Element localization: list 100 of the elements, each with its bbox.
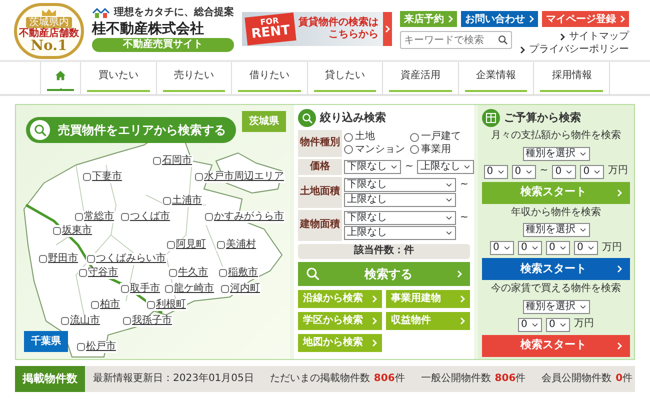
header-link[interactable]: サイトマップ (560, 31, 629, 44)
area-checkbox[interactable] (165, 285, 173, 293)
chevron-icon (617, 188, 622, 196)
dropdown[interactable]: 0 (512, 164, 536, 178)
radio-option[interactable]: 事業用 (410, 144, 474, 156)
area-checkbox[interactable] (61, 317, 69, 325)
dropdown[interactable]: 上限なし (344, 226, 456, 240)
area-checkbox[interactable] (91, 301, 99, 309)
nav-tab[interactable]: 買いたい (80, 62, 156, 94)
chevron-icon (520, 46, 525, 54)
radio-option[interactable]: 土地 (344, 131, 408, 144)
area-checkbox[interactable] (79, 269, 87, 277)
dropdown[interactable]: 0 (580, 164, 604, 178)
area-checkbox[interactable] (39, 255, 47, 263)
chevron-icon (384, 25, 390, 33)
radio-option[interactable]: マンション (344, 144, 408, 156)
dropdown[interactable]: 0 (552, 164, 576, 178)
nav-tab[interactable]: 資産活用 (382, 62, 458, 94)
logo-tagline: 理想をカタチに、総合提案 (114, 7, 234, 20)
calculator-icon (486, 113, 496, 123)
header-button[interactable]: マイページ登録 (542, 11, 629, 27)
dropdown[interactable]: 0 (518, 318, 542, 332)
area-checkbox[interactable] (121, 285, 129, 293)
area-checkbox[interactable] (121, 213, 129, 221)
section-label: 年収から物件を検索 (510, 206, 602, 219)
area-checkbox[interactable] (219, 269, 227, 277)
result-count: 該当件数：件 (298, 244, 470, 258)
area-checkbox[interactable] (163, 197, 171, 205)
search-field[interactable]: キーワードで検索 (400, 31, 512, 49)
dropdown[interactable]: 種別を選択 (522, 223, 590, 237)
area-checkbox[interactable] (195, 173, 203, 181)
chevron-icon (529, 15, 534, 23)
field-label: 土地面積 (298, 177, 342, 208)
search-icon (498, 35, 508, 45)
nav-tab[interactable]: 貸したい (306, 62, 382, 94)
search-icon (302, 112, 312, 124)
nav-tab[interactable]: 売りたい (156, 62, 232, 94)
crown-icon (41, 9, 57, 17)
field-label: 価格 (298, 159, 342, 175)
start-search-button[interactable]: 検索スタート (482, 334, 630, 356)
banner-text: 賃貸物件の検索は (298, 17, 379, 29)
dropdown[interactable]: 0 (546, 241, 570, 255)
nav-tab[interactable]: 採用情報 (533, 62, 610, 94)
radio-button[interactable] (410, 132, 420, 142)
area-link[interactable]: つくば市 (130, 211, 170, 223)
area-checkbox[interactable] (77, 343, 85, 351)
area-checkbox[interactable] (87, 255, 95, 263)
count-label: ただいまの掲載物件数 (270, 372, 370, 386)
dropdown[interactable]: 0 (490, 241, 514, 255)
prefecture-button[interactable]: 千葉県 (24, 331, 68, 352)
radio-option[interactable]: 一戸建て (410, 131, 474, 144)
area-checkbox[interactable] (83, 173, 91, 181)
dropdown[interactable]: 0 (518, 241, 542, 255)
dropdown[interactable]: 下限なし (344, 160, 401, 174)
start-search-button[interactable]: 検索スタート (482, 258, 630, 280)
dropdown[interactable]: 上限なし (417, 160, 474, 174)
panel-title: 絞り込み検索 (320, 111, 386, 125)
area-checkbox[interactable] (153, 157, 161, 165)
section-label: 今の家賃で買える物件を検索 (490, 283, 622, 296)
nav-tab[interactable]: 企業情報 (458, 62, 534, 94)
range-separator: ~ (405, 160, 414, 174)
range-separator: ~ (540, 165, 548, 178)
dropdown[interactable]: 下限なし (344, 211, 456, 225)
count-value: 806 (494, 372, 516, 386)
area-checkbox[interactable] (167, 241, 175, 249)
dropdown[interactable]: 種別を選択 (522, 300, 590, 314)
count-unit: 件 (394, 372, 405, 386)
dropdown[interactable]: 0 (484, 164, 508, 178)
nav-tab[interactable]: 借りたい (231, 62, 307, 94)
dropdown[interactable]: 上限なし (344, 193, 456, 207)
chevron-icon (372, 338, 377, 346)
chevron-icon (372, 316, 377, 324)
area-checkbox[interactable] (221, 285, 229, 293)
count-unit: 件 (622, 372, 633, 386)
area-checkbox[interactable] (53, 227, 61, 235)
area-checkbox[interactable] (147, 301, 155, 309)
dropdown[interactable]: 種別を選択 (522, 146, 590, 160)
dropdown[interactable]: 0 (546, 318, 570, 332)
header-link[interactable]: プライバシーポリシー (520, 44, 629, 56)
count-unit: 件 (516, 372, 526, 386)
area-checkbox[interactable] (169, 269, 177, 277)
area-checkbox[interactable] (217, 241, 225, 249)
count-value: 806 (374, 372, 395, 386)
chevron-icon (617, 342, 622, 350)
dropdown[interactable]: 下限なし (344, 178, 456, 192)
header-button[interactable]: お問い合わせ (461, 11, 538, 27)
site-subtitle: 不動産売買サイト (92, 38, 234, 52)
unit-label: 万円 (602, 242, 622, 254)
count-value: 0 (616, 372, 623, 386)
radio-button[interactable] (344, 145, 353, 154)
area-checkbox[interactable] (123, 317, 131, 325)
home-icon (55, 70, 66, 81)
award-caption: 不動産店舗数 (19, 28, 79, 39)
area-checkbox[interactable] (75, 213, 83, 221)
section-label: 月々の支払額から物件を検索 (490, 130, 622, 142)
radio-button[interactable] (344, 132, 353, 142)
dropdown[interactable]: 0 (574, 241, 598, 255)
radio-button[interactable] (410, 145, 420, 154)
area-checkbox[interactable] (205, 213, 213, 221)
sign-text: RENT (250, 25, 290, 40)
